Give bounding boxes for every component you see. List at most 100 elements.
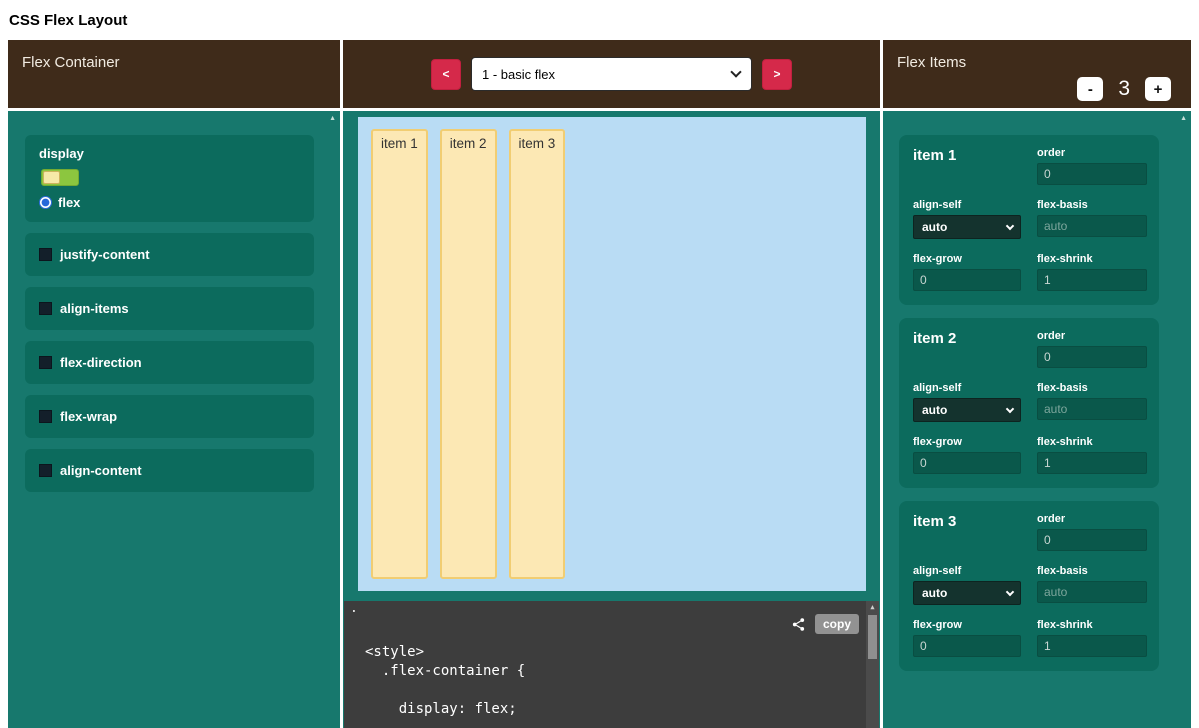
property-row: flex-direction bbox=[39, 355, 300, 370]
flex-basis-field: flex-basis bbox=[1037, 565, 1147, 605]
item-title-cell: item 1 bbox=[913, 147, 1021, 185]
flex-shrink-input[interactable] bbox=[1037, 269, 1147, 291]
justify-content-checkbox[interactable] bbox=[39, 248, 52, 261]
flex-shrink-field: flex-shrink bbox=[1037, 253, 1147, 291]
flex-container-column: Flex Container ▲ display flex bbox=[8, 40, 340, 728]
flex-shrink-label: flex-shrink bbox=[1037, 619, 1147, 631]
flex-grow-input[interactable] bbox=[913, 635, 1021, 657]
flex-items-title: Flex Items bbox=[883, 40, 1191, 71]
code-tools: copy bbox=[791, 614, 859, 634]
flex-items-column: Flex Items - 3 + ▲ item 1 order bbox=[883, 40, 1191, 728]
toggle-knob-icon bbox=[43, 171, 60, 184]
scrollbar-thumb[interactable] bbox=[868, 615, 877, 659]
property-row: align-content bbox=[39, 463, 300, 478]
order-field: order bbox=[1037, 330, 1147, 368]
flex-grow-label: flex-grow bbox=[913, 253, 1021, 265]
remove-item-button[interactable]: - bbox=[1077, 77, 1103, 101]
flex-basis-input[interactable] bbox=[1037, 215, 1147, 237]
order-input[interactable] bbox=[1037, 529, 1147, 551]
preview-flex-item: item 3 bbox=[509, 129, 566, 579]
code-line: <style> bbox=[365, 643, 865, 662]
align-self-select[interactable]: auto bbox=[913, 398, 1021, 422]
display-toggle[interactable] bbox=[41, 169, 79, 186]
flex-items-header: Flex Items - 3 + bbox=[883, 40, 1191, 108]
flex-container-header: Flex Container bbox=[8, 40, 340, 108]
item-name: item 1 bbox=[913, 147, 956, 164]
flex-items-list: item 1 order align-self auto bbox=[883, 111, 1191, 694]
align-self-field: align-self auto bbox=[913, 382, 1021, 422]
align-self-field: align-self auto bbox=[913, 199, 1021, 239]
flex-basis-input[interactable] bbox=[1037, 581, 1147, 603]
code-dot: . bbox=[350, 601, 358, 616]
display-label: display bbox=[39, 146, 300, 161]
flex-shrink-label: flex-shrink bbox=[1037, 436, 1147, 448]
page-title: CSS Flex Layout bbox=[0, 0, 1199, 40]
property-card-flex-wrap: flex-wrap bbox=[25, 395, 314, 438]
property-label: justify-content bbox=[60, 247, 150, 262]
preview-flex-item: item 2 bbox=[440, 129, 497, 579]
code-scrollbar[interactable]: ▲ bbox=[866, 601, 879, 728]
align-self-select[interactable]: auto bbox=[913, 581, 1021, 605]
align-items-checkbox[interactable] bbox=[39, 302, 52, 315]
align-self-select[interactable]: auto bbox=[913, 215, 1021, 239]
code-line: .flex-container { bbox=[365, 662, 865, 681]
align-content-checkbox[interactable] bbox=[39, 464, 52, 477]
flex-wrap-checkbox[interactable] bbox=[39, 410, 52, 423]
flex-grow-label: flex-grow bbox=[913, 619, 1021, 631]
flex-grow-field: flex-grow bbox=[913, 619, 1021, 657]
code-line bbox=[365, 681, 865, 700]
example-select[interactable]: 1 - basic flex bbox=[471, 57, 752, 91]
code-block: . copy <style> .fl bbox=[344, 601, 879, 728]
display-flex-option: flex bbox=[39, 195, 300, 210]
flex-container-panel: ▲ display flex justify-content bbox=[8, 111, 340, 728]
flex-grow-label: flex-grow bbox=[913, 436, 1021, 448]
flex-shrink-input[interactable] bbox=[1037, 452, 1147, 474]
prev-example-button[interactable]: < bbox=[431, 59, 461, 90]
property-row: flex-wrap bbox=[39, 409, 300, 424]
main-layout: Flex Container ▲ display flex bbox=[0, 40, 1199, 728]
preview-panel: item 1 item 2 item 3 . bbox=[343, 111, 880, 728]
display-section: display flex bbox=[25, 135, 314, 222]
code-body: <style> .flex-container { display: flex; bbox=[365, 643, 865, 719]
next-example-button[interactable]: > bbox=[762, 59, 792, 90]
align-self-field: align-self auto bbox=[913, 565, 1021, 605]
flex-shrink-input[interactable] bbox=[1037, 635, 1147, 657]
property-label: flex-wrap bbox=[60, 409, 117, 424]
item-name: item 2 bbox=[913, 330, 956, 347]
property-label: flex-direction bbox=[60, 355, 142, 370]
property-card-align-content: align-content bbox=[25, 449, 314, 492]
flex-grow-input[interactable] bbox=[913, 269, 1021, 291]
order-input[interactable] bbox=[1037, 346, 1147, 368]
property-label: align-items bbox=[60, 301, 129, 316]
item-title-cell: item 2 bbox=[913, 330, 1021, 368]
flex-direction-checkbox[interactable] bbox=[39, 356, 52, 369]
example-select-wrap: 1 - basic flex bbox=[471, 57, 752, 91]
copy-button[interactable]: copy bbox=[815, 614, 859, 634]
scroll-up-icon[interactable]: ▲ bbox=[866, 601, 879, 614]
flex-item-card: item 3 order align-self auto bbox=[899, 501, 1159, 671]
scroll-up-icon[interactable]: ▲ bbox=[329, 115, 336, 123]
order-field: order bbox=[1037, 513, 1147, 551]
flex-basis-field: flex-basis bbox=[1037, 382, 1147, 422]
flex-basis-input[interactable] bbox=[1037, 398, 1147, 420]
display-flex-radio[interactable] bbox=[39, 196, 52, 209]
flex-item-card: item 1 order align-self auto bbox=[899, 135, 1159, 305]
order-field: order bbox=[1037, 147, 1147, 185]
flex-shrink-field: flex-shrink bbox=[1037, 619, 1147, 657]
share-icon[interactable] bbox=[791, 617, 806, 632]
flex-basis-field: flex-basis bbox=[1037, 199, 1147, 239]
example-selector-bar: < 1 - basic flex > bbox=[343, 40, 880, 108]
flex-grow-input[interactable] bbox=[913, 452, 1021, 474]
scroll-up-icon[interactable]: ▲ bbox=[1180, 115, 1187, 123]
preview-flex-item: item 1 bbox=[371, 129, 428, 579]
property-row: justify-content bbox=[39, 247, 300, 262]
flex-shrink-label: flex-shrink bbox=[1037, 253, 1147, 265]
preview-column: < 1 - basic flex > item 1 item 2 item 3 … bbox=[343, 40, 880, 728]
item-count-controls: - 3 + bbox=[1077, 77, 1171, 101]
align-self-label: align-self bbox=[913, 382, 1021, 394]
property-card-flex-direction: flex-direction bbox=[25, 341, 314, 384]
property-row: align-items bbox=[39, 301, 300, 316]
order-input[interactable] bbox=[1037, 163, 1147, 185]
property-card-align-items: align-items bbox=[25, 287, 314, 330]
add-item-button[interactable]: + bbox=[1145, 77, 1171, 101]
